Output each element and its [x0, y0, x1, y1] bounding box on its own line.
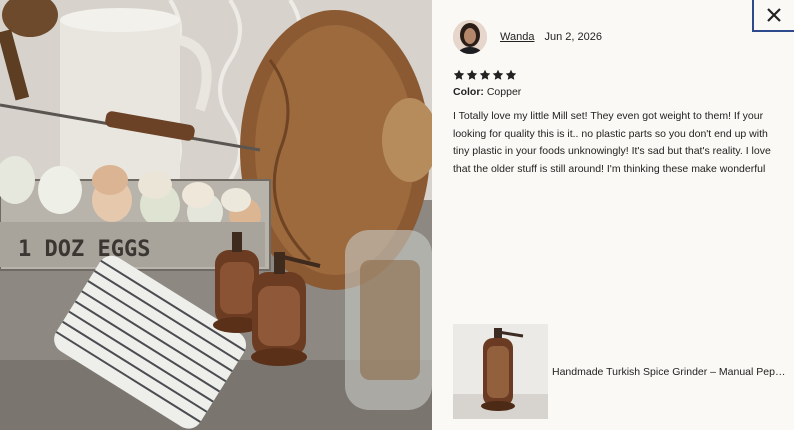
- review-text: I Totally love my little Mill set! They …: [453, 110, 771, 175]
- review-date: Jun 2, 2026: [544, 31, 602, 43]
- review-photo-illustration: 1 DOZ EGGS: [0, 0, 432, 430]
- star-icon: [479, 69, 491, 80]
- avatar: [453, 20, 487, 54]
- star-rating: [453, 69, 517, 81]
- variant-label: Color:: [453, 86, 484, 98]
- product-thumbnail-image: [453, 324, 548, 419]
- product-title: Handmade Turkish Spice Grinder – Manual …: [552, 365, 787, 378]
- close-icon: [767, 8, 781, 22]
- close-button[interactable]: [752, 0, 794, 32]
- reviewer-name-link[interactable]: Wanda: [500, 31, 534, 43]
- review-modal: 1 DOZ EGGS Wanda Jun 2, 2026 Color: Copp…: [0, 0, 794, 430]
- review-photo: 1 DOZ EGGS: [0, 0, 432, 430]
- variant-value: Copper: [486, 86, 522, 98]
- star-icon: [505, 69, 517, 80]
- star-icon: [466, 69, 478, 80]
- reviewer-header: Wanda Jun 2, 2026: [453, 20, 602, 54]
- product-thumbnail: [453, 324, 548, 419]
- review-detail-panel: Wanda Jun 2, 2026 Color: Copper I Totall…: [432, 0, 794, 430]
- product-link[interactable]: Handmade Turkish Spice Grinder – Manual …: [453, 324, 787, 419]
- avatar-image: [453, 20, 487, 54]
- star-icon: [492, 69, 504, 80]
- variant-info: Color: Copper: [453, 86, 521, 98]
- star-icon: [453, 69, 465, 80]
- egg-tin-stamp: 1 DOZ EGGS: [18, 237, 150, 262]
